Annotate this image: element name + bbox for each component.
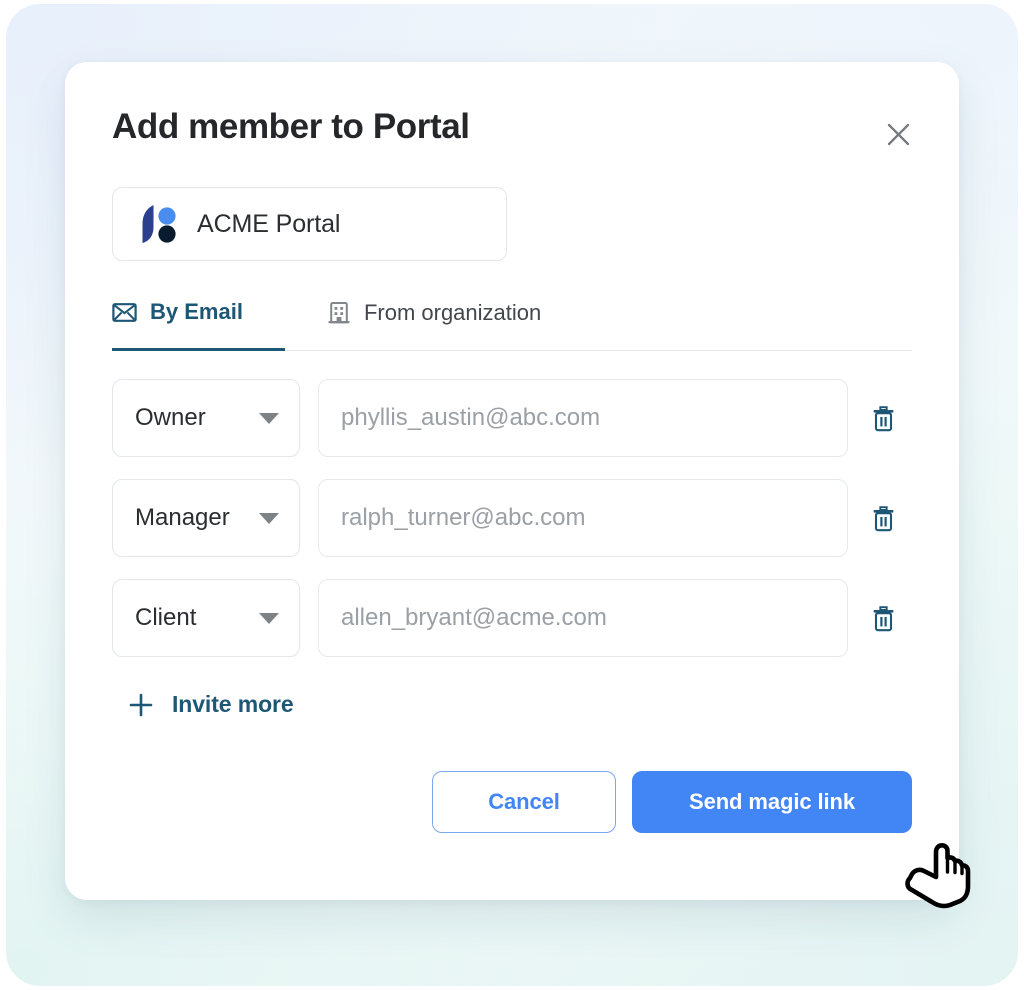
delete-row-button[interactable] [854, 479, 912, 557]
trash-icon [873, 605, 893, 631]
close-button[interactable] [878, 114, 918, 154]
portal-selector[interactable]: ACME Portal [112, 187, 507, 261]
invite-row: Owner [112, 379, 912, 457]
invite-row: Manager [112, 479, 912, 557]
acme-portal-logo-icon [137, 203, 179, 245]
role-select-label: Client [135, 604, 197, 631]
role-select-label: Manager [135, 504, 230, 531]
trash-icon [873, 405, 893, 431]
invite-more-button[interactable]: Invite more [128, 691, 294, 718]
close-icon [887, 123, 909, 145]
role-select-label: Owner [135, 404, 206, 431]
invite-rows: Owner Manager [112, 379, 912, 657]
role-select-client[interactable]: Client [112, 579, 300, 657]
plus-icon [129, 693, 153, 716]
delete-row-button[interactable] [854, 579, 912, 657]
invite-more-label: Invite more [172, 691, 294, 717]
tab-from-organization-label: From organization [363, 299, 542, 325]
tab-from-organization[interactable]: From organization [327, 289, 541, 350]
portal-name: ACME Portal [197, 209, 341, 238]
email-input[interactable] [318, 479, 848, 557]
tab-by-email-label: By Email [150, 299, 243, 324]
trash-icon [873, 505, 893, 531]
cancel-button[interactable]: Cancel [432, 770, 616, 833]
invite-row: Client [112, 579, 912, 657]
role-select-manager[interactable]: Manager [112, 479, 300, 557]
invite-method-tabs: By Email From organization [112, 289, 912, 351]
chevron-down-icon [259, 412, 279, 424]
chevron-down-icon [259, 512, 279, 524]
building-icon [328, 302, 350, 324]
send-magic-link-button[interactable]: Send magic link [632, 770, 912, 833]
modal-header: Add member to Portal [112, 62, 912, 154]
role-select-owner[interactable]: Owner [112, 379, 300, 457]
email-input[interactable] [318, 379, 848, 457]
modal-footer: Cancel Send magic link [112, 770, 912, 833]
add-member-modal: Add member to Portal ACME Portal By Emai… [65, 62, 959, 900]
page-title: Add member to Portal [112, 107, 470, 146]
envelope-icon [112, 302, 137, 322]
chevron-down-icon [259, 612, 279, 624]
tab-by-email[interactable]: By Email [112, 290, 285, 351]
email-input[interactable] [318, 579, 848, 657]
delete-row-button[interactable] [854, 379, 912, 457]
